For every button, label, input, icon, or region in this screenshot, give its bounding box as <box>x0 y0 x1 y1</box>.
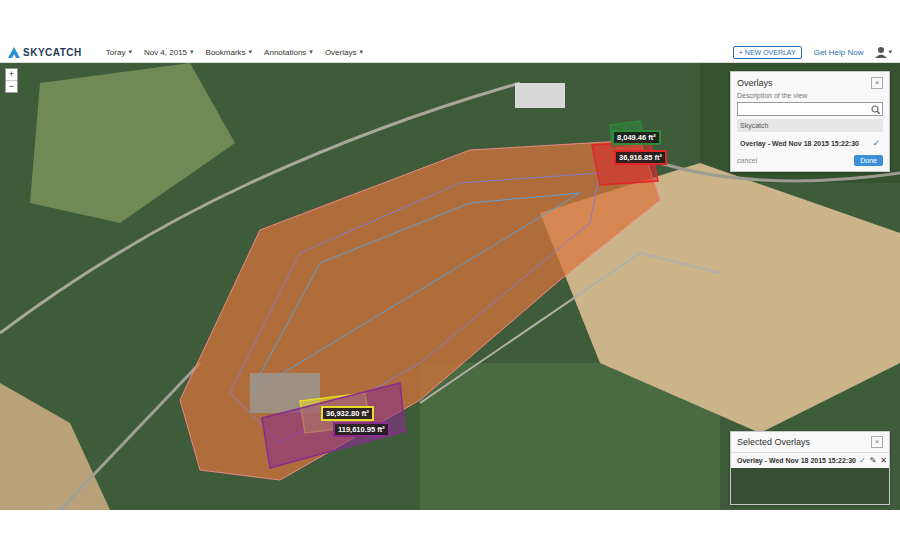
close-button[interactable]: × <box>871 77 883 89</box>
bottom-margin <box>0 510 900 550</box>
selected-overlay-row: Overlay - Wed Nov 18 2015 15:22:30✓ ✎✕ <box>731 453 889 468</box>
edit-icon[interactable]: ✎ <box>870 456 877 465</box>
help-link[interactable]: Get Help Now <box>814 48 864 57</box>
panel-title: Selected Overlays <box>737 437 810 447</box>
caret-icon: ▾ <box>888 48 892 56</box>
menu-label: Overlays <box>325 48 357 57</box>
overlay-label: Overlay - Wed Nov 18 2015 15:22:30 <box>737 457 856 464</box>
overlays-panel: Overlays × Description of the view Skycatch… <box>730 71 890 172</box>
confirm-icon[interactable]: ✓ <box>859 456 866 465</box>
menu-label: Bookmarks <box>206 48 246 57</box>
menu-dropdown[interactable]: Nov 4, 2015▾ <box>144 48 194 57</box>
user-menu[interactable]: ▾ <box>875 46 892 58</box>
menu-dropdown[interactable]: Bookmarks▾ <box>206 48 253 57</box>
area-badge[interactable]: 8,049.46 ft² <box>612 130 661 145</box>
logo-text: SKYCATCH <box>23 47 82 58</box>
panel-footer: cancel Done <box>737 155 883 166</box>
menu-label: Annotations <box>264 48 306 57</box>
zoom-out-button[interactable]: − <box>6 80 17 92</box>
zoom-control: +− <box>5 68 18 93</box>
panel-header: Overlays × <box>737 77 883 89</box>
selected-overlays-panel: Selected Overlays × Overlay - Wed Nov 18 2… <box>730 431 890 505</box>
magnifier-icon <box>871 105 880 114</box>
area-badge[interactable]: 36,916.85 ft² <box>614 150 667 165</box>
new-overlay-button[interactable]: + NEW OVERLAY <box>733 46 802 59</box>
overlay-label: Overlay - Wed Nov 18 2015 15:22:30 <box>740 140 859 147</box>
cancel-link[interactable]: cancel <box>737 157 757 164</box>
row-actions: ✓ ✎✕ <box>859 456 887 465</box>
panel-title: Overlays <box>737 78 773 88</box>
search-input[interactable] <box>740 104 871 115</box>
done-button[interactable]: Done <box>854 155 883 166</box>
panel-header: Selected Overlays × <box>731 432 889 453</box>
search-field <box>737 102 883 116</box>
top-bar: SKYCATCHToray▾Nov 4, 2015▾Bookmarks▾Anno… <box>0 42 900 63</box>
area-badge[interactable]: 119,610.95 ft² <box>333 422 390 437</box>
close-button[interactable]: × <box>871 436 883 448</box>
page: SKYCATCHToray▾Nov 4, 2015▾Bookmarks▾Anno… <box>0 0 900 550</box>
logo[interactable]: SKYCATCH <box>8 47 82 58</box>
skycatch-logo-icon <box>8 47 20 58</box>
check-icon: ✓ <box>872 138 880 148</box>
menu-dropdown[interactable]: Overlays▾ <box>325 48 363 57</box>
area-polygon[interactable] <box>262 383 405 468</box>
caret-icon: ▾ <box>309 48 313 56</box>
map-view[interactable]: +− 8,049.46 ft² 36,916.85 ft² 36,932.80 ft²… <box>0 63 900 510</box>
overlay-group: Skycatch <box>737 119 883 132</box>
menu-label: Toray <box>106 48 126 57</box>
caret-icon: ▾ <box>128 48 132 56</box>
zoom-in-button[interactable]: + <box>6 69 17 80</box>
user-icon <box>875 46 887 58</box>
top-margin <box>0 0 900 42</box>
caret-icon: ▾ <box>359 48 363 56</box>
menu-dropdown[interactable]: Toray▾ <box>106 48 132 57</box>
caret-icon: ▾ <box>190 48 194 56</box>
remove-icon[interactable]: ✕ <box>880 456 887 465</box>
overlay-item[interactable]: Overlay - Wed Nov 18 2015 15:22:30 ✓ <box>737 135 883 151</box>
menu-label: Nov 4, 2015 <box>144 48 187 57</box>
panel-subtitle: Description of the view <box>737 92 883 99</box>
menu-dropdown[interactable]: Annotations▾ <box>264 48 313 57</box>
area-badge[interactable]: 36,932.80 ft² <box>321 406 374 421</box>
caret-icon: ▾ <box>249 48 253 56</box>
